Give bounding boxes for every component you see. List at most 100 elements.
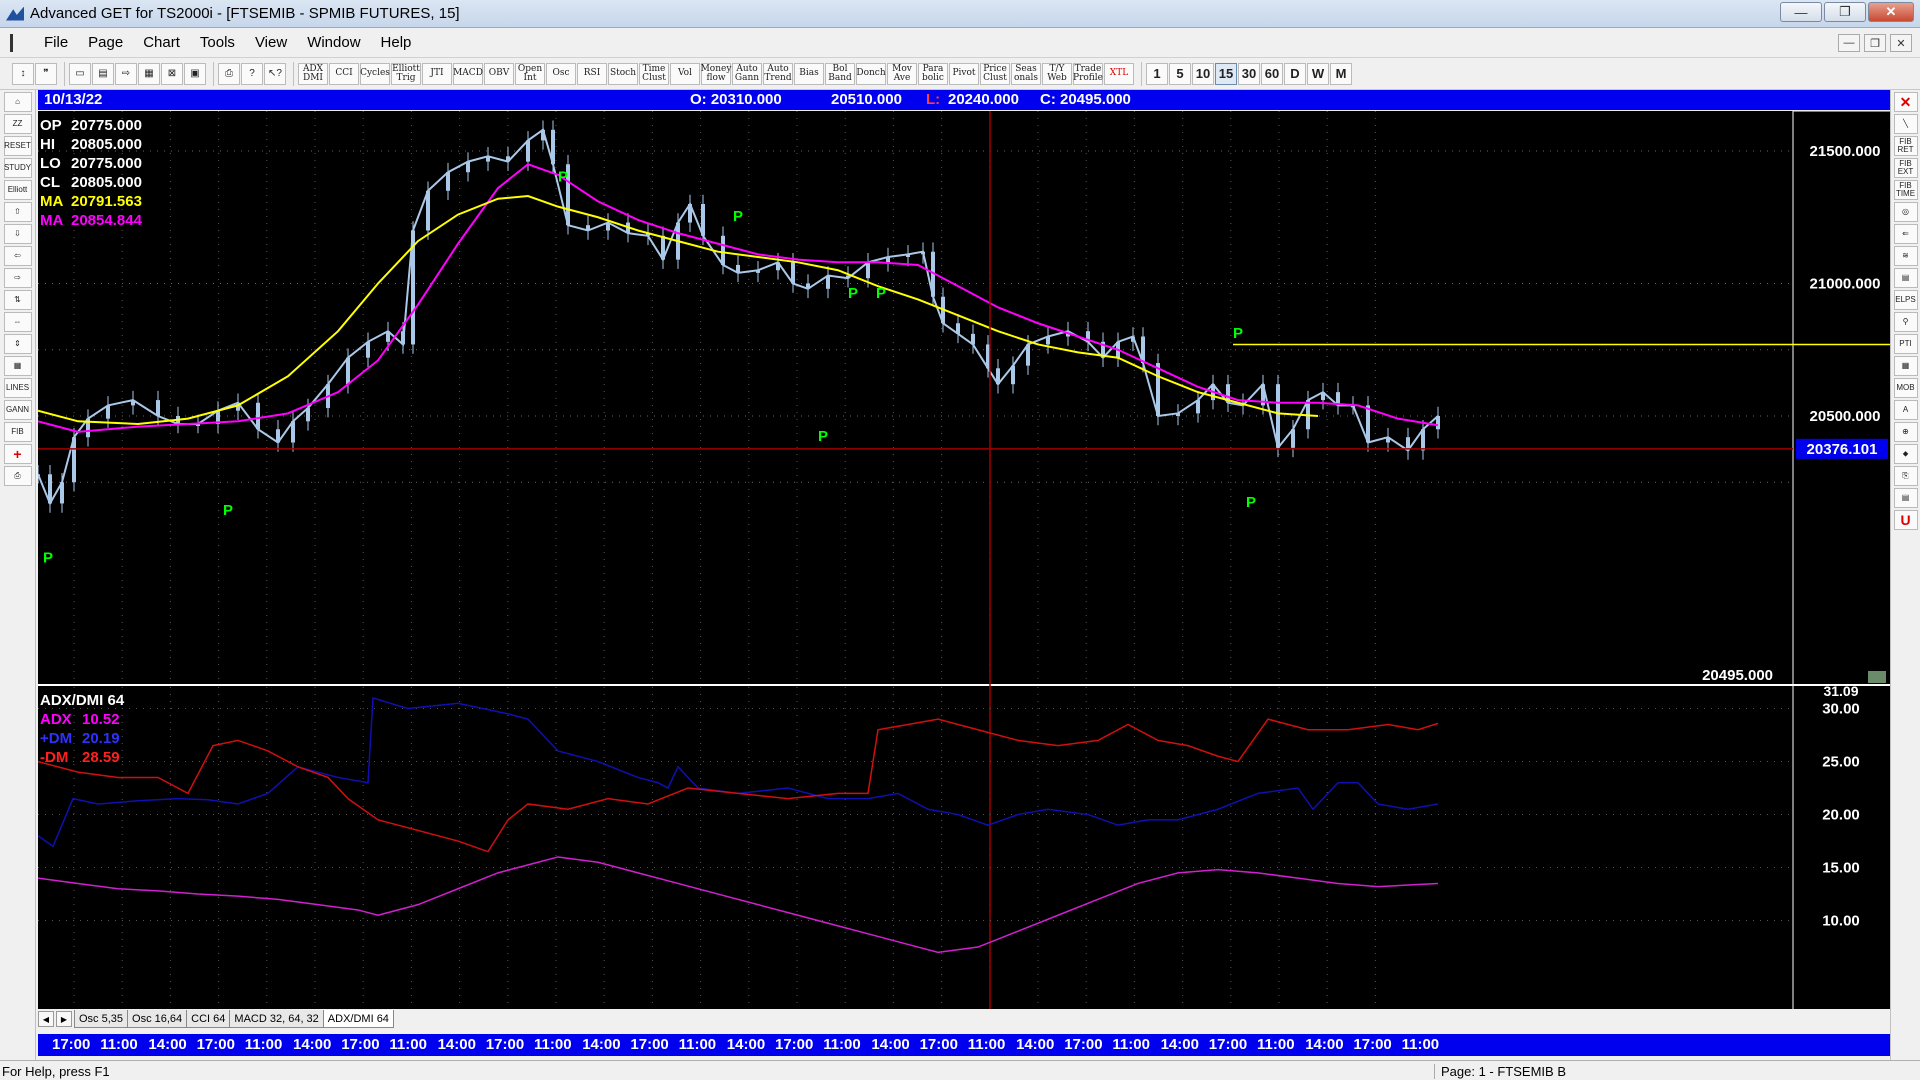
indicator-button-cci[interactable]: CCI [329, 62, 359, 85]
indicator-button-trade-profile[interactable]: Trade Profile [1073, 62, 1103, 85]
left-tool-12[interactable]: ▦ [3, 356, 32, 376]
new-page-icon[interactable]: ▭ [69, 62, 91, 85]
chart-area[interactable]: P P P P P P P P P OP 20775.000 HI 20805.000 LO 20775.0… [38, 111, 1890, 1009]
indicator-button-pivot[interactable]: Pivot [949, 62, 979, 85]
grid-icon[interactable]: ▦ [138, 62, 160, 85]
right-tool-14[interactable]: A [1893, 400, 1918, 420]
mdi-minimize-button[interactable]: — [1838, 34, 1860, 52]
tab-scroll-right-icon[interactable]: ▶ [56, 1011, 72, 1027]
info-icon[interactable]: ? [241, 62, 263, 85]
document-icon[interactable] [10, 33, 26, 52]
left-tool-17[interactable]: ⎙ [3, 466, 32, 486]
menu-view[interactable]: View [245, 34, 297, 51]
right-tool-8[interactable]: ▤ [1893, 268, 1918, 288]
indicator-button-open-int[interactable]: Open Int [515, 62, 545, 85]
left-tool-7[interactable]: ⇦ [3, 246, 32, 266]
indicator-button-obv[interactable]: OBV [484, 62, 514, 85]
tab-macd[interactable]: MACD 32, 64, 32 [229, 1010, 324, 1028]
help-cursor-icon[interactable]: ↖? [264, 62, 286, 85]
menu-file[interactable]: File [34, 34, 78, 51]
next-chart-icon[interactable]: ⇨ [115, 62, 137, 85]
indicator-button-time-clust[interactable]: Time Clust [639, 62, 669, 85]
indicator-button-vol[interactable]: Vol [670, 62, 700, 85]
right-tool-7[interactable]: ≋ [1893, 246, 1918, 266]
indicator-button-macd[interactable]: MACD [453, 62, 483, 85]
right-tool-10[interactable]: ⚲ [1893, 312, 1918, 332]
indicator-button-price-clust[interactable]: Price Clust [980, 62, 1010, 85]
quote-icon[interactable]: ❞ [35, 62, 57, 85]
timeframe-button-w[interactable]: W [1307, 62, 1329, 85]
right-tool-18[interactable]: ▤ [1893, 488, 1918, 508]
tab-scroll-left-icon[interactable]: ◀ [38, 1011, 54, 1027]
right-tool-19[interactable]: U [1893, 510, 1918, 530]
timeframe-button-30[interactable]: 30 [1238, 62, 1260, 85]
menu-help[interactable]: Help [371, 34, 422, 51]
indicator-button-auto-gann[interactable]: Auto Gann [732, 62, 762, 85]
indicator-button-osc[interactable]: Osc [546, 62, 576, 85]
indicator-button-cycles[interactable]: Cycles [360, 62, 390, 85]
timeframe-button-1[interactable]: 1 [1146, 62, 1168, 85]
tab-osc-16-64[interactable]: Osc 16,64 [127, 1010, 188, 1028]
indicator-button-bol-band[interactable]: Bol Band [825, 62, 855, 85]
print-icon[interactable]: ⎙ [218, 62, 240, 85]
left-tool-9[interactable]: ⇅ [3, 290, 32, 310]
right-tool-13[interactable]: MOB [1893, 378, 1918, 398]
indicator-button-mov-ave[interactable]: Mov Ave [887, 62, 917, 85]
right-tool-4[interactable]: FIB TIME [1893, 180, 1918, 200]
right-tool-15[interactable]: ⊕ [1893, 422, 1918, 442]
minimize-button[interactable]: — [1780, 2, 1822, 22]
close-button[interactable]: ✕ [1868, 2, 1914, 22]
right-tool-5[interactable]: ◎ [1893, 202, 1918, 222]
chart-canvas[interactable]: P P P P P P P P P OP 20775.000 HI 20805.000 LO 20775.0… [38, 111, 1890, 1009]
left-tool-15[interactable]: FIB [3, 422, 32, 442]
left-tool-5[interactable]: ⇧ [3, 202, 32, 222]
left-tool-16[interactable]: + [3, 444, 32, 464]
indicator-button-auto-trend[interactable]: Auto Trend [763, 62, 793, 85]
right-tool-3[interactable]: FIB EXT [1893, 158, 1918, 178]
menu-page[interactable]: Page [78, 34, 133, 51]
left-tool-4[interactable]: Elliott [3, 180, 32, 200]
maximize-button[interactable]: ❐ [1824, 2, 1866, 22]
indicator-button-elliott-trig[interactable]: Elliott Trig [391, 62, 421, 85]
right-tool-6[interactable]: ⇐ [1893, 224, 1918, 244]
timeframe-button-5[interactable]: 5 [1169, 62, 1191, 85]
indicator-button-seas-onals[interactable]: Seas onals [1011, 62, 1041, 85]
timeframe-button-m[interactable]: M [1330, 62, 1352, 85]
mdi-close-button[interactable]: ✕ [1890, 34, 1912, 52]
right-tool-9[interactable]: ELPS [1893, 290, 1918, 310]
indicator-button-donch[interactable]: Donch [856, 62, 886, 85]
left-tool-1[interactable]: ZZ [3, 114, 32, 134]
indicator-button-adx-dmi[interactable]: ADX DMI [298, 62, 328, 85]
left-tool-6[interactable]: ⇩ [3, 224, 32, 244]
layout-icon[interactable]: ▣ [184, 62, 206, 85]
left-tool-0[interactable]: ⌂ [3, 92, 32, 112]
indicator-button-t-y-web[interactable]: T/Y Web [1042, 62, 1072, 85]
timeframe-button-60[interactable]: 60 [1261, 62, 1283, 85]
right-tool-16[interactable]: ⬥ [1893, 444, 1918, 464]
right-tool-1[interactable]: ╲ [1893, 114, 1918, 134]
tab-cci-64[interactable]: CCI 64 [186, 1010, 231, 1028]
timeframe-button-10[interactable]: 10 [1192, 62, 1214, 85]
indicator-button-jti[interactable]: JTI [422, 62, 452, 85]
right-tool-11[interactable]: PTI [1893, 334, 1918, 354]
indicator-button-stoch[interactable]: Stoch [608, 62, 638, 85]
indicator-button-money-flow[interactable]: Money flow [701, 62, 731, 85]
indicator-button-bias[interactable]: Bias [794, 62, 824, 85]
mdi-restore-button[interactable]: ❐ [1864, 34, 1886, 52]
cursor-tool-icon[interactable]: ↕ [12, 62, 34, 85]
right-tool-0[interactable]: ✕ [1893, 92, 1918, 112]
left-tool-3[interactable]: STUDY [3, 158, 32, 178]
menu-tools[interactable]: Tools [190, 34, 245, 51]
left-tool-14[interactable]: GANN [3, 400, 32, 420]
left-tool-8[interactable]: ⇨ [3, 268, 32, 288]
open-page-icon[interactable]: ▤ [92, 62, 114, 85]
tab-adx-dmi-64[interactable]: ADX/DMI 64 [322, 1010, 394, 1028]
left-tool-10[interactable]: ⇔ [3, 312, 32, 332]
right-tool-2[interactable]: FIB RET [1893, 136, 1918, 156]
menu-chart[interactable]: Chart [133, 34, 190, 51]
right-tool-17[interactable]: ⎘ [1893, 466, 1918, 486]
indicator-button-para-bolic[interactable]: Para bolic [918, 62, 948, 85]
tab-osc-5-35[interactable]: Osc 5,35 [74, 1010, 129, 1028]
indicator-button-rsi[interactable]: RSI [577, 62, 607, 85]
left-tool-11[interactable]: ⇕ [3, 334, 32, 354]
